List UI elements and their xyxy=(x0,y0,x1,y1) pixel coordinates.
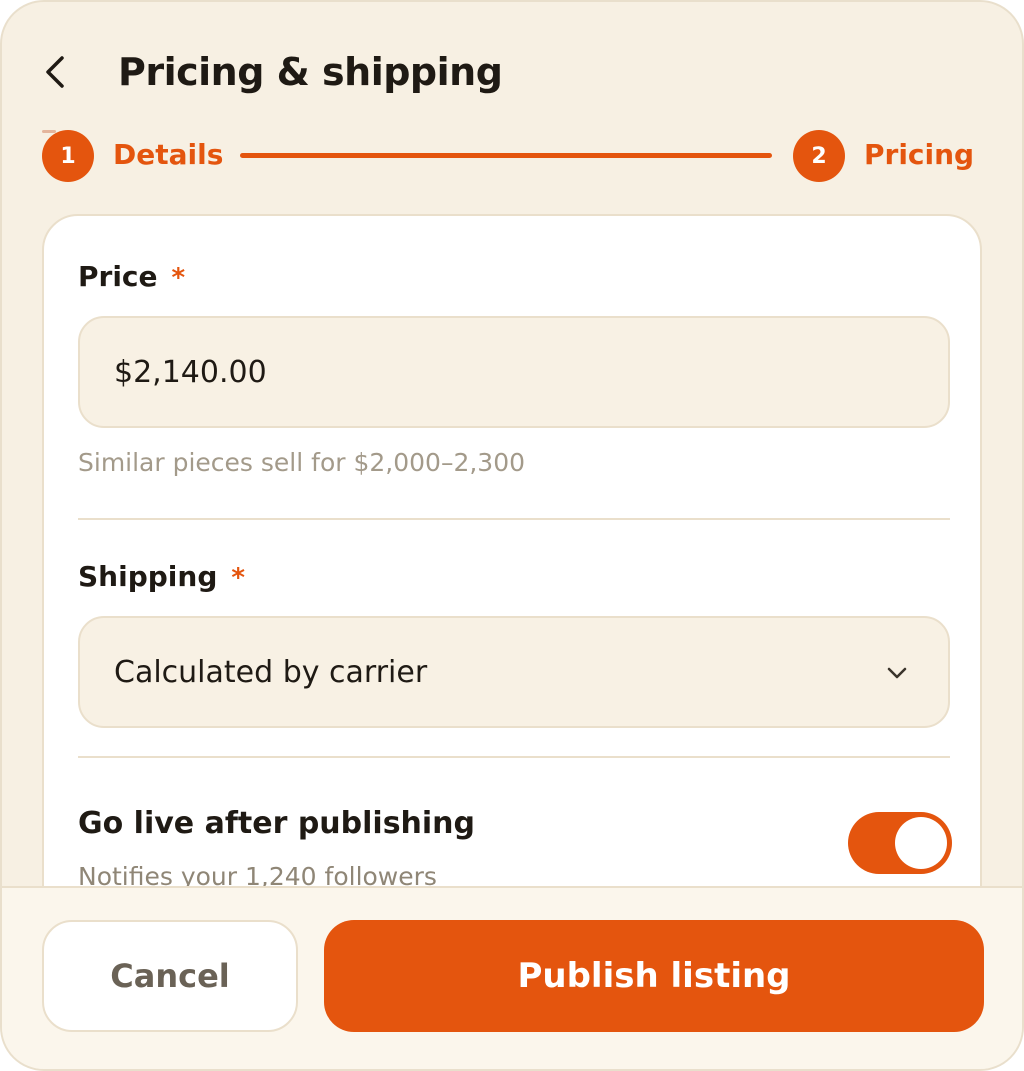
back-button[interactable] xyxy=(42,46,90,98)
shipping-label-text: Shipping xyxy=(78,560,218,593)
header: Pricing & shipping xyxy=(42,46,503,98)
step-1-label[interactable]: Details xyxy=(113,138,223,171)
step-connector xyxy=(240,153,772,158)
progress-stepper: 1 Details 2 Pricing xyxy=(42,130,974,182)
chevron-down-icon xyxy=(887,667,907,679)
price-input-value: $2,140.00 xyxy=(114,354,267,390)
toggle-knob xyxy=(895,817,947,869)
page-title: Pricing & shipping xyxy=(118,50,503,94)
step-2-circle[interactable]: 2 xyxy=(793,130,845,182)
price-required-mark: * xyxy=(171,263,186,293)
step-2-label[interactable]: Pricing xyxy=(864,138,974,171)
step-1-number: 1 xyxy=(60,143,76,169)
go-live-title: Go live after publishing xyxy=(78,806,476,841)
cancel-button[interactable]: Cancel xyxy=(42,920,298,1032)
go-live-toggle[interactable] xyxy=(848,812,952,874)
footer-bar: Cancel Publish listing xyxy=(2,886,1022,1069)
app-window: Pricing & shipping 1 Details 2 Pricing P… xyxy=(0,0,1024,1071)
price-helper-text: Similar pieces sell for $2,000–2,300 xyxy=(78,448,526,477)
price-label-text: Price xyxy=(78,260,158,293)
chevron-left-icon xyxy=(46,56,64,88)
divider xyxy=(78,518,950,520)
shipping-select[interactable]: Calculated by carrier xyxy=(78,616,950,728)
publish-listing-button[interactable]: Publish listing xyxy=(324,920,984,1032)
price-input[interactable]: $2,140.00 xyxy=(78,316,950,428)
shipping-selected-value: Calculated by carrier xyxy=(114,654,428,690)
step-2-number: 2 xyxy=(811,143,827,169)
price-label: Price * xyxy=(78,260,185,293)
shipping-label: Shipping * xyxy=(78,560,245,593)
shipping-required-mark: * xyxy=(231,563,245,593)
divider xyxy=(78,756,950,758)
step-1-circle[interactable]: 1 xyxy=(42,130,94,182)
